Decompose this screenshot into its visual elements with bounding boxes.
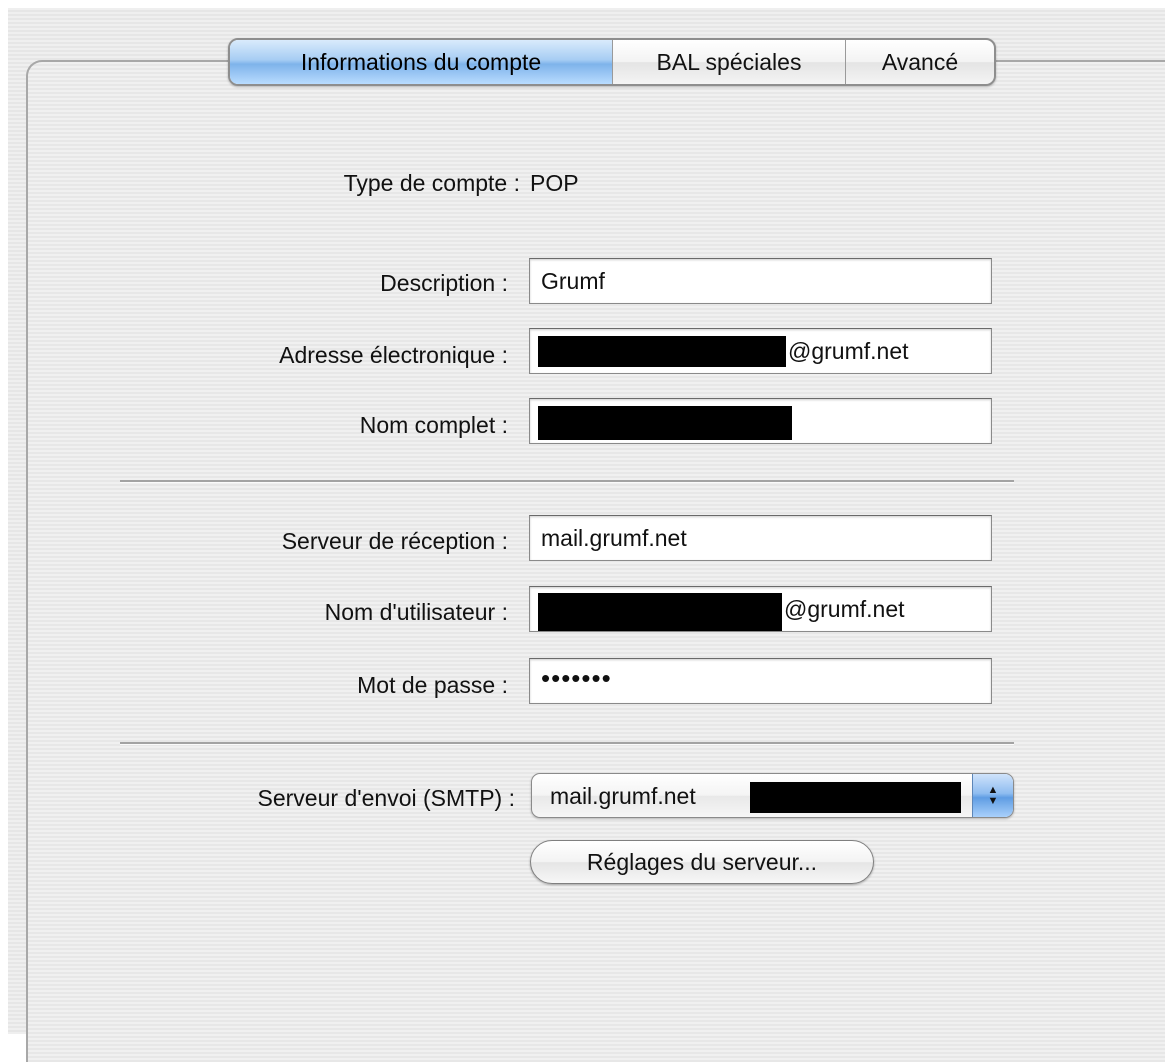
account-type-label: Type de compte : <box>343 170 520 196</box>
tab-bar: Informations du compte BAL spéciales Ava… <box>228 38 996 86</box>
username-domain: @grumf.net <box>784 596 905 622</box>
server-settings-button[interactable]: Réglages du serveur... <box>530 840 874 884</box>
incoming-server-label: Serveur de réception : <box>281 528 508 554</box>
description-label: Description : <box>380 270 508 296</box>
smtp-label: Serveur d'envoi (SMTP) : <box>257 785 515 811</box>
email-label: Adresse électronique : <box>279 342 508 368</box>
separator <box>120 742 1014 745</box>
separator <box>120 480 1014 483</box>
smtp-server-value: mail.grumf.net <box>550 783 696 809</box>
tab-panel <box>26 60 1165 1062</box>
username-input[interactable]: @grumf.net <box>529 586 992 632</box>
full-name-redaction <box>538 406 792 440</box>
email-input[interactable]: @grumf.net <box>529 328 992 374</box>
description-value: Grumf <box>541 268 605 294</box>
tab-special-mailboxes[interactable]: BAL spéciales <box>612 40 845 84</box>
email-redaction <box>538 336 786 367</box>
password-input[interactable]: ••••••• <box>529 658 992 704</box>
smtp-redaction <box>750 782 961 813</box>
full-name-label: Nom complet : <box>359 412 508 438</box>
incoming-server-input[interactable]: mail.grumf.net <box>529 515 992 561</box>
full-name-input[interactable] <box>529 398 992 444</box>
username-label: Nom d'utilisateur : <box>324 599 508 625</box>
smtp-server-select[interactable]: mail.grumf.net ▲ ▼ <box>531 773 1014 818</box>
tab-account-information[interactable]: Informations du compte <box>230 40 612 84</box>
password-value: ••••••• <box>541 663 612 693</box>
up-down-arrows-icon: ▲ ▼ <box>972 774 1013 817</box>
description-input[interactable]: Grumf <box>529 258 992 304</box>
incoming-server-value: mail.grumf.net <box>541 525 687 551</box>
account-type-value: POP <box>530 170 579 196</box>
email-domain: @grumf.net <box>788 338 909 364</box>
tab-advanced[interactable]: Avancé <box>845 40 994 84</box>
password-label: Mot de passe : <box>357 672 508 698</box>
username-redaction <box>538 593 782 631</box>
